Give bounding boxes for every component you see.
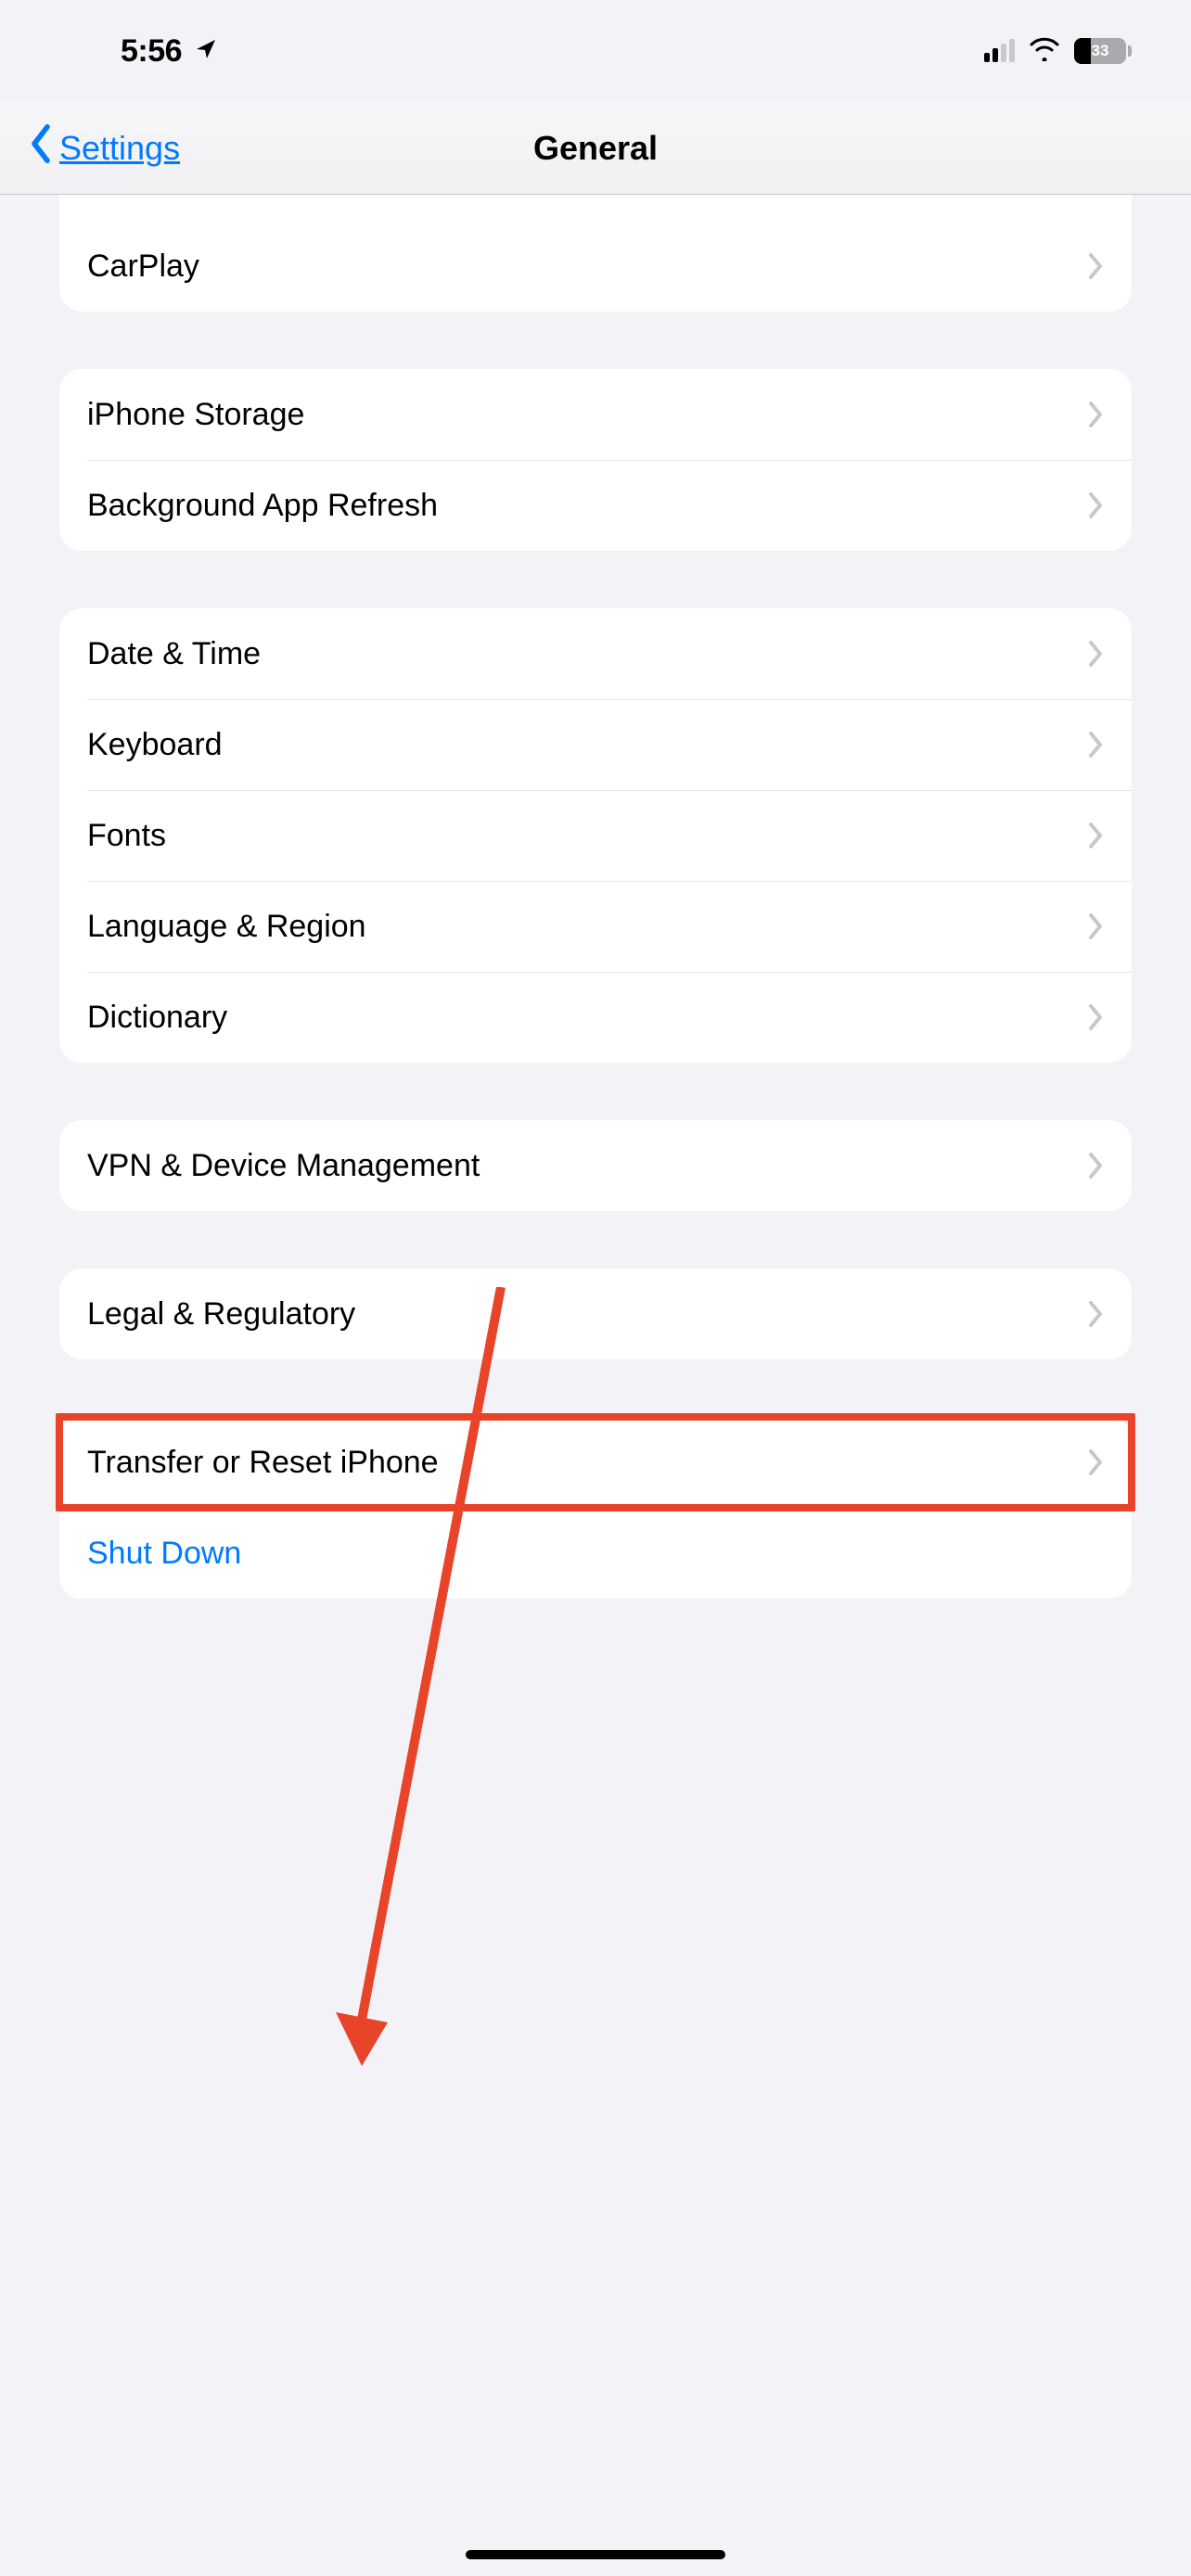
chevron-right-icon: [1087, 401, 1104, 428]
back-button[interactable]: Settings: [0, 124, 180, 172]
cellular-signal-icon: [984, 40, 1015, 62]
chevron-right-icon: [1087, 252, 1104, 280]
settings-group: Legal & Regulatory: [59, 1269, 1132, 1359]
home-indicator: [466, 2550, 725, 2559]
chevron-right-icon: [1087, 822, 1104, 849]
row-dictionary[interactable]: Dictionary: [59, 972, 1132, 1063]
row-carplay[interactable]: CarPlay: [59, 221, 1132, 312]
chevron-right-icon: [1087, 731, 1104, 759]
row-iphone-storage[interactable]: iPhone Storage: [59, 369, 1132, 460]
chevron-right-icon: [1087, 1300, 1104, 1328]
row-label: Language & Region: [87, 909, 1087, 945]
chevron-right-icon: [1087, 491, 1104, 519]
location-icon: [195, 38, 217, 65]
settings-group: Transfer or Reset iPhone Shut Down: [59, 1417, 1132, 1599]
chevron-right-icon: [1087, 640, 1104, 668]
row-label: CarPlay: [87, 249, 1087, 285]
chevron-right-icon: [1087, 1448, 1104, 1476]
row-label: Shut Down: [87, 1536, 1104, 1572]
row-label: Date & Time: [87, 636, 1087, 672]
settings-group: iPhone Storage Background App Refresh: [59, 369, 1132, 551]
status-left: 5:56: [121, 33, 217, 70]
row-fonts[interactable]: Fonts: [59, 790, 1132, 881]
row-label: Background App Refresh: [87, 488, 1087, 524]
status-right: 33: [984, 37, 1126, 66]
row-vpn-device-management[interactable]: VPN & Device Management: [59, 1120, 1132, 1211]
settings-content[interactable]: CarPlay iPhone Storage Background App Re…: [0, 195, 1191, 1654]
row-label: Dictionary: [87, 1000, 1087, 1036]
chevron-right-icon: [1087, 912, 1104, 940]
row-label: Fonts: [87, 818, 1087, 854]
row-keyboard[interactable]: Keyboard: [59, 699, 1132, 790]
back-label: Settings: [59, 129, 180, 168]
row-background-app-refresh[interactable]: Background App Refresh: [59, 460, 1132, 551]
chevron-left-icon: [28, 124, 54, 172]
battery-icon: 33: [1074, 38, 1126, 64]
row-language-region[interactable]: Language & Region: [59, 881, 1132, 972]
status-time: 5:56: [121, 33, 182, 70]
row-label: Keyboard: [87, 727, 1087, 763]
row-date-time[interactable]: Date & Time: [59, 608, 1132, 699]
row-label: Legal & Regulatory: [87, 1296, 1087, 1333]
row-label: iPhone Storage: [87, 397, 1087, 433]
row-shut-down[interactable]: Shut Down: [59, 1508, 1132, 1599]
row-label: Transfer or Reset iPhone: [87, 1445, 1087, 1481]
row-legal-regulatory[interactable]: Legal & Regulatory: [59, 1269, 1132, 1359]
nav-bar: Settings General: [0, 102, 1191, 195]
settings-group: Date & Time Keyboard Fonts Language & Re…: [59, 608, 1132, 1063]
settings-group: CarPlay: [59, 195, 1132, 312]
battery-percent: 33: [1074, 42, 1126, 60]
settings-group: VPN & Device Management: [59, 1120, 1132, 1211]
chevron-right-icon: [1087, 1152, 1104, 1180]
row-label: VPN & Device Management: [87, 1148, 1087, 1184]
wifi-icon: [1028, 37, 1061, 66]
row-transfer-or-reset-iphone[interactable]: Transfer or Reset iPhone: [59, 1417, 1132, 1508]
status-bar: 5:56 33: [0, 0, 1191, 102]
chevron-right-icon: [1087, 1003, 1104, 1031]
